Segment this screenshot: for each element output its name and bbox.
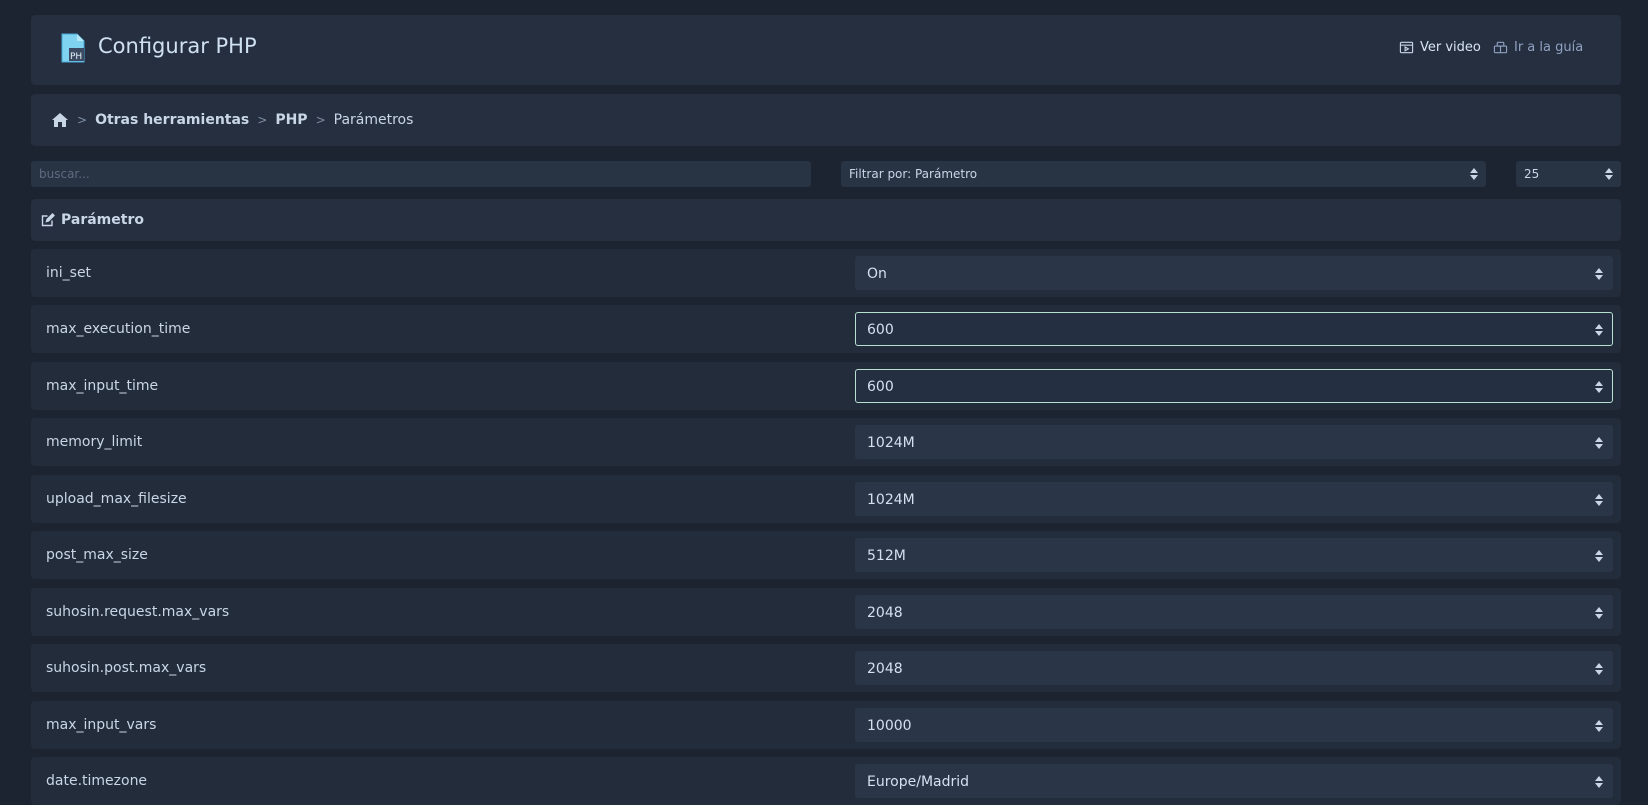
video-link-label: Ver video bbox=[1420, 40, 1481, 55]
breadcrumb-separator: > bbox=[315, 113, 326, 127]
param-name: upload_max_filesize bbox=[46, 491, 187, 507]
sort-arrows-icon bbox=[1595, 607, 1603, 619]
param-value-select[interactable]: 2048 bbox=[855, 595, 1613, 629]
sort-arrows-icon bbox=[1595, 268, 1603, 280]
video-icon bbox=[1399, 41, 1414, 54]
breadcrumb: > Otras herramientas > PHP > Parámetros bbox=[31, 94, 1621, 146]
param-value-select[interactable]: On bbox=[855, 256, 1613, 290]
page-header: PH Configurar PHP Ver video Ir a la guía bbox=[31, 15, 1621, 85]
video-link[interactable]: Ver video bbox=[1399, 40, 1481, 55]
filter-select-value: Filtrar por: Parámetro bbox=[849, 167, 978, 181]
home-icon[interactable] bbox=[51, 112, 69, 128]
svg-text:PH: PH bbox=[70, 52, 82, 62]
param-value-select[interactable]: 2048 bbox=[855, 651, 1613, 685]
sort-arrows-icon bbox=[1595, 437, 1603, 449]
breadcrumb-separator: > bbox=[257, 113, 268, 127]
edit-icon bbox=[41, 213, 55, 227]
param-row: suhosin.post.max_vars 2048 bbox=[31, 644, 1621, 692]
param-row: max_execution_time 600 bbox=[31, 305, 1621, 353]
breadcrumb-php[interactable]: PHP bbox=[275, 112, 307, 128]
param-value-select[interactable]: 600 bbox=[855, 369, 1613, 403]
sort-arrows-icon bbox=[1595, 776, 1603, 788]
param-row: memory_limit 1024M bbox=[31, 418, 1621, 466]
sort-arrows-icon bbox=[1605, 168, 1613, 180]
param-value: 600 bbox=[867, 322, 894, 338]
param-value-select[interactable]: 600 bbox=[855, 312, 1613, 346]
param-row: max_input_time 600 bbox=[31, 362, 1621, 410]
guide-link[interactable]: Ir a la guía bbox=[1493, 40, 1583, 55]
sort-arrows-icon bbox=[1595, 720, 1603, 732]
sort-arrows-icon bbox=[1595, 494, 1603, 506]
breadcrumb-current: Parámetros bbox=[333, 112, 414, 128]
param-row: ini_set On bbox=[31, 249, 1621, 297]
param-name: ini_set bbox=[46, 265, 92, 281]
param-value: 600 bbox=[867, 379, 894, 395]
breadcrumb-otras-herramientas[interactable]: Otras herramientas bbox=[95, 112, 249, 128]
param-value: 1024M bbox=[867, 435, 915, 451]
page-title: Configurar PHP bbox=[98, 34, 257, 58]
param-value-select[interactable]: Europe/Madrid bbox=[855, 764, 1613, 798]
param-row: max_input_vars 10000 bbox=[31, 701, 1621, 749]
param-value: Europe/Madrid bbox=[867, 774, 970, 790]
param-value: 2048 bbox=[867, 661, 903, 677]
section-header: Parámetro bbox=[31, 199, 1621, 241]
sort-arrows-icon bbox=[1595, 550, 1603, 562]
param-name: date.timezone bbox=[46, 773, 148, 789]
param-value: 2048 bbox=[867, 605, 903, 621]
per-page-select-value: 25 bbox=[1524, 167, 1540, 181]
sort-arrows-icon bbox=[1595, 663, 1603, 675]
breadcrumb-separator: > bbox=[77, 113, 88, 127]
param-name: suhosin.request.max_vars bbox=[46, 604, 230, 620]
section-title: Parámetro bbox=[61, 212, 144, 228]
param-name: max_input_vars bbox=[46, 717, 157, 733]
per-page-select[interactable]: 25 bbox=[1516, 161, 1621, 187]
param-row: post_max_size 512M bbox=[31, 531, 1621, 579]
sort-arrows-icon bbox=[1595, 324, 1603, 336]
param-value-select[interactable]: 512M bbox=[855, 538, 1613, 572]
sort-arrows-icon bbox=[1470, 168, 1478, 180]
search-input[interactable] bbox=[31, 161, 811, 187]
param-value-select[interactable]: 10000 bbox=[855, 708, 1613, 742]
param-value: 10000 bbox=[867, 718, 912, 734]
php-file-icon: PH bbox=[61, 33, 85, 63]
param-value: 512M bbox=[867, 548, 906, 564]
param-name: suhosin.post.max_vars bbox=[46, 660, 207, 676]
param-name: max_input_time bbox=[46, 378, 159, 394]
param-value-select[interactable]: 1024M bbox=[855, 425, 1613, 459]
filter-select[interactable]: Filtrar por: Parámetro bbox=[841, 161, 1486, 187]
guide-icon bbox=[1493, 41, 1508, 54]
param-name: post_max_size bbox=[46, 547, 148, 563]
param-row: suhosin.request.max_vars 2048 bbox=[31, 588, 1621, 636]
param-row: date.timezone Europe/Madrid bbox=[31, 757, 1621, 805]
sort-arrows-icon bbox=[1595, 381, 1603, 393]
param-row: upload_max_filesize 1024M bbox=[31, 475, 1621, 523]
param-name: max_execution_time bbox=[46, 321, 191, 337]
param-value: On bbox=[867, 266, 887, 282]
param-value: 1024M bbox=[867, 492, 915, 508]
param-name: memory_limit bbox=[46, 434, 143, 450]
guide-link-label: Ir a la guía bbox=[1514, 40, 1584, 55]
param-value-select[interactable]: 1024M bbox=[855, 482, 1613, 516]
